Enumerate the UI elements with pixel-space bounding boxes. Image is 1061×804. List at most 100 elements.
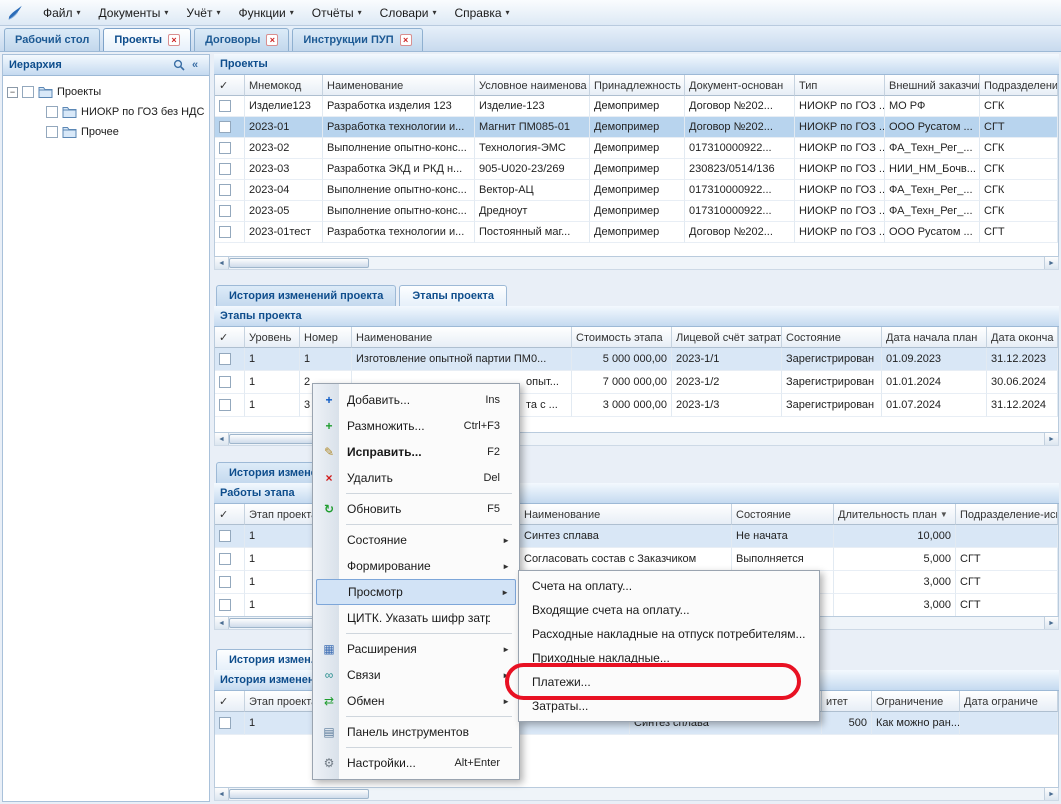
section-tab[interactable]: История изменений проекта (216, 285, 396, 306)
context-menu-item[interactable]: Расширения ► (316, 636, 516, 662)
context-menu-item[interactable]: Обмен ► (316, 688, 516, 714)
horizontal-scrollbar[interactable]: ◄ ► (214, 257, 1059, 270)
submenu-item[interactable]: Платежи... (522, 670, 816, 694)
table-row[interactable]: 2023-03 Разработка ЭКД и РКД н... 905-U0… (215, 159, 1058, 180)
context-menu-item[interactable]: ЦИТК. Указать шифр затрат... ► (316, 605, 516, 631)
column-header[interactable]: Стоимость этапа (572, 327, 672, 348)
row-checkbox[interactable] (219, 121, 231, 133)
column-header[interactable]: Ограничение (872, 691, 960, 712)
column-header[interactable]: Документ-основан (685, 75, 795, 96)
column-header[interactable]: Номер (300, 327, 352, 348)
menubar-item[interactable]: Документы ▾ (90, 2, 178, 24)
scroll-left-icon[interactable]: ◄ (215, 433, 229, 445)
column-header[interactable]: Состояние ▼ (732, 504, 834, 525)
column-header[interactable]: Условное наименова (475, 75, 590, 96)
submenu-item[interactable]: Входящие счета на оплату... (522, 598, 816, 622)
row-checkbox[interactable] (219, 717, 231, 729)
menubar-item[interactable]: Учёт ▾ (177, 2, 229, 24)
table-row[interactable]: 2023-01 Разработка технологии и... Магни… (215, 117, 1058, 138)
context-menu-item[interactable]: Связи ► (316, 662, 516, 688)
submenu-item[interactable]: Приходные накладные... (522, 646, 816, 670)
tree-checkbox[interactable] (22, 86, 34, 98)
context-menu-item[interactable]: Просмотр ► (316, 579, 516, 605)
row-checkbox[interactable] (219, 576, 231, 588)
context-menu-item[interactable]: Настройки... Alt+Enter ► (316, 750, 516, 776)
table-row[interactable]: 2023-04 Выполнение опытно-конс... Вектор… (215, 180, 1058, 201)
scroll-right-icon[interactable]: ► (1044, 257, 1058, 269)
scroll-right-icon[interactable]: ► (1044, 433, 1058, 445)
column-header[interactable]: Наименование (323, 75, 475, 96)
row-checkbox[interactable] (219, 599, 231, 611)
check-column-header[interactable]: ✓ (215, 75, 245, 96)
expand-icon[interactable]: − (7, 87, 18, 98)
row-checkbox[interactable] (219, 142, 231, 154)
find-icon[interactable] (171, 58, 187, 72)
column-header[interactable]: Подразделение-исп ▼ (956, 504, 1058, 525)
table-row[interactable]: 2023-02 Выполнение опытно-конс... Технол… (215, 138, 1058, 159)
menubar-item[interactable]: Функции ▾ (229, 2, 302, 24)
context-menu-item[interactable]: Панель инструментов ► (316, 719, 516, 745)
close-tab-icon[interactable]: × (266, 34, 278, 46)
tree-checkbox[interactable] (46, 106, 58, 118)
row-checkbox[interactable] (219, 163, 231, 175)
scroll-right-icon[interactable]: ► (1044, 617, 1058, 629)
scroll-left-icon[interactable]: ◄ (215, 257, 229, 269)
row-checkbox[interactable] (219, 376, 231, 388)
submenu-item[interactable]: Затраты... (522, 694, 816, 718)
column-header[interactable]: Тип (795, 75, 885, 96)
tree-item[interactable]: − Прочее (7, 122, 205, 142)
close-tab-icon[interactable]: × (168, 34, 180, 46)
context-menu-item[interactable]: Добавить... Ins ► (316, 387, 516, 413)
row-checkbox[interactable] (219, 553, 231, 565)
context-menu-item[interactable]: Обновить F5 ► (316, 496, 516, 522)
column-header[interactable]: Подразделени (980, 75, 1058, 96)
menubar-item[interactable]: Справка ▾ (445, 2, 518, 24)
window-tab[interactable]: Рабочий стол × (4, 28, 100, 51)
menubar-item[interactable]: Словари ▾ (371, 2, 446, 24)
menubar-item[interactable]: Отчёты ▾ (303, 2, 371, 24)
column-header[interactable]: Принадлежность (590, 75, 685, 96)
row-checkbox[interactable] (219, 184, 231, 196)
row-checkbox[interactable] (219, 530, 231, 542)
check-column-header[interactable]: ✓ (215, 327, 245, 348)
window-tab[interactable]: Договоры × (194, 28, 289, 51)
submenu-item[interactable]: Расходные накладные на отпуск потребител… (522, 622, 816, 646)
window-tab[interactable]: Инструкции ПУП × (292, 28, 422, 51)
check-column-header[interactable]: ✓ (215, 504, 245, 525)
tree-item[interactable]: − Проекты (7, 82, 205, 102)
column-header[interactable]: Уровень (245, 327, 300, 348)
scroll-right-icon[interactable]: ► (1044, 788, 1058, 800)
scroll-left-icon[interactable]: ◄ (215, 617, 229, 629)
collapse-panel-icon[interactable]: « (187, 58, 203, 72)
row-checkbox[interactable] (219, 353, 231, 365)
row-checkbox[interactable] (219, 399, 231, 411)
row-checkbox[interactable] (219, 226, 231, 238)
column-header[interactable]: Наименование (352, 327, 572, 348)
table-row[interactable]: Изделие123 Разработка изделия 123 Издели… (215, 96, 1058, 117)
column-header[interactable]: Длительность план ▼ (834, 504, 956, 525)
context-menu-item[interactable]: Исправить... F2 ► (316, 439, 516, 465)
close-tab-icon[interactable]: × (400, 34, 412, 46)
column-header[interactable]: Состояние (782, 327, 882, 348)
row-checkbox[interactable] (219, 100, 231, 112)
scroll-thumb[interactable] (229, 258, 369, 268)
column-header[interactable]: Лицевой счёт затрат (672, 327, 782, 348)
submenu-item[interactable]: Счета на оплату... (522, 574, 816, 598)
column-header[interactable]: итет (822, 691, 872, 712)
row-checkbox[interactable] (219, 205, 231, 217)
table-row[interactable]: 1 1 Изготовление опытной партии ПМ0... 5… (215, 348, 1058, 371)
scroll-thumb[interactable] (229, 789, 369, 799)
column-header[interactable]: Наименование ▼ (520, 504, 732, 525)
section-tab[interactable]: Этапы проекта (399, 285, 507, 306)
column-header[interactable]: Мнемокод (245, 75, 323, 96)
menubar-item[interactable]: Файл ▾ (34, 2, 90, 24)
context-menu-item[interactable]: Размножить... Ctrl+F3 ► (316, 413, 516, 439)
column-header[interactable]: Дата ограниче (960, 691, 1058, 712)
column-header[interactable]: Внешний заказчик (885, 75, 980, 96)
tree-item[interactable]: − НИОКР по ГОЗ без НДС (7, 102, 205, 122)
context-menu-item[interactable]: Формирование ► (316, 553, 516, 579)
tree-checkbox[interactable] (46, 126, 58, 138)
check-column-header[interactable]: ✓ (215, 691, 245, 712)
horizontal-scrollbar[interactable]: ◄ ► (214, 788, 1059, 801)
column-header[interactable]: Дата оконча (987, 327, 1058, 348)
